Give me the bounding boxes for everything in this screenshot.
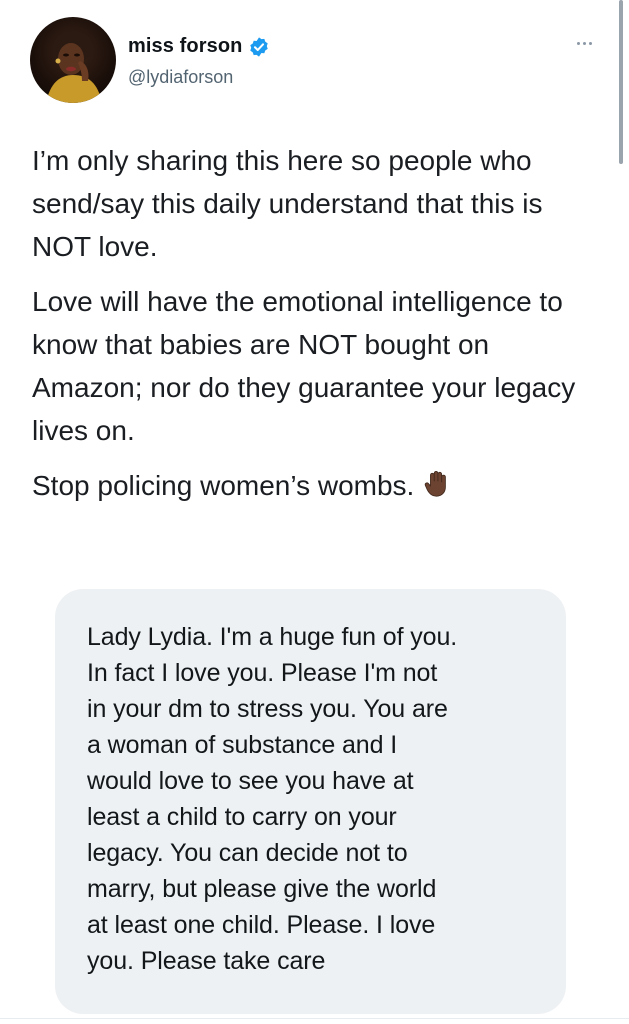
tweet-header: miss forson @lydiaforson <box>30 17 600 107</box>
divider <box>0 1018 629 1019</box>
more-options-icon[interactable] <box>568 35 600 51</box>
author-display-name[interactable]: miss forson <box>128 35 242 58</box>
tweet-body: I’m only sharing this here so people who… <box>32 139 597 519</box>
tweet-paragraph-text: Stop policing women’s wombs. <box>32 470 415 501</box>
avatar[interactable] <box>30 17 116 103</box>
avatar-photo <box>46 31 102 103</box>
dm-screenshot-bubble: Lady Lydia. I'm a huge fun of you. In fa… <box>55 589 566 1014</box>
tweet-paragraph-last: Stop policing women’s wombs. <box>32 464 597 507</box>
raised-hand-emoji-icon <box>425 470 447 497</box>
verified-badge-icon <box>250 36 269 57</box>
scrollbar[interactable] <box>619 0 623 164</box>
tweet-paragraph: I’m only sharing this here so people who… <box>32 145 543 262</box>
dm-message-text: Lady Lydia. I'm a huge fun of you. In fa… <box>87 623 458 975</box>
author-handle[interactable]: @lydiaforson <box>128 67 233 88</box>
tweet-paragraph: Love will have the emotional intelligenc… <box>32 286 576 446</box>
author-name-row: miss forson <box>128 35 270 58</box>
